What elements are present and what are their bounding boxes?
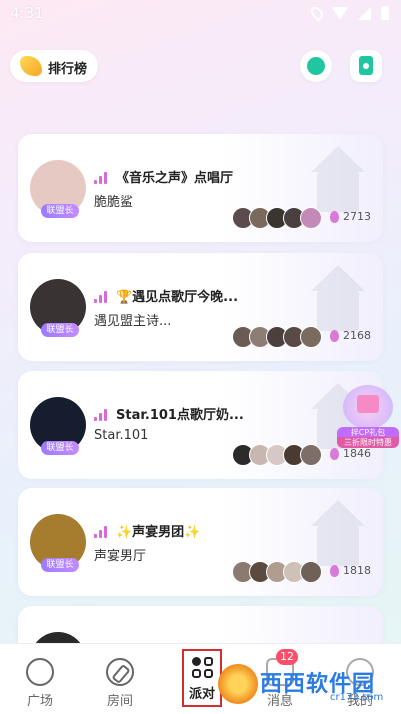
leaderboard-button[interactable]: 排行榜 bbox=[10, 50, 98, 82]
leader-badge: 联盟长 bbox=[41, 204, 79, 218]
heart-icon bbox=[26, 658, 54, 686]
room-host: Star.101 bbox=[94, 428, 149, 443]
battery-icon bbox=[381, 6, 389, 20]
member-avatar bbox=[300, 561, 322, 583]
member-avatars bbox=[232, 444, 324, 466]
tab-label: 派对 bbox=[188, 687, 215, 702]
flame-icon bbox=[330, 210, 339, 223]
tab-label: 广场 bbox=[26, 694, 53, 709]
signal-icon bbox=[358, 6, 371, 20]
trophy-icon bbox=[20, 56, 42, 76]
member-avatar bbox=[300, 326, 322, 348]
tab-plaza[interactable]: 广场 bbox=[0, 644, 80, 714]
search-button[interactable] bbox=[300, 50, 332, 82]
room-title: 《音乐之声》点唱厅 bbox=[116, 171, 234, 186]
flame-icon bbox=[330, 329, 339, 342]
location-icon bbox=[308, 4, 326, 22]
tab-room[interactable]: 房间 bbox=[80, 644, 160, 714]
status-bar: 4:31 bbox=[0, 0, 401, 28]
heat-value: 1846 bbox=[343, 447, 371, 460]
heat-value: 2168 bbox=[343, 329, 371, 342]
status-time: 4:31 bbox=[10, 4, 44, 22]
member-avatars bbox=[232, 326, 324, 348]
room-title: Star.101点歌厅奶... bbox=[116, 408, 244, 423]
member-avatars bbox=[232, 207, 324, 229]
member-avatars bbox=[232, 561, 324, 583]
room-heat: 1818 bbox=[330, 564, 371, 577]
live-signal-icon bbox=[94, 172, 110, 184]
room-card[interactable]: 联盟长 ✨声宴男团✨ 声宴男厅 1818 bbox=[18, 488, 383, 596]
room-card[interactable]: 联盟长 Star.101点歌厅奶... Star.101 1846 bbox=[18, 371, 383, 479]
live-signal-icon bbox=[94, 409, 110, 421]
room-heat: 2713 bbox=[330, 210, 371, 223]
gift-icon bbox=[343, 385, 393, 429]
room-card[interactable]: 联盟长 🏆遇见点歌厅今晚... 遇见盟主诗... 2168 bbox=[18, 253, 383, 361]
live-signal-icon bbox=[94, 291, 110, 303]
watermark-url: cr173.com bbox=[330, 692, 384, 703]
flame-icon bbox=[330, 564, 339, 577]
member-avatar bbox=[300, 444, 322, 466]
room-heat: 1846 bbox=[330, 447, 371, 460]
search-icon bbox=[307, 57, 325, 75]
room-heat: 2168 bbox=[330, 329, 371, 342]
cp-gift-promo[interactable]: 拌CP礼包 三折限时特惠 bbox=[337, 385, 399, 448]
leaderboard-label: 排行榜 bbox=[48, 62, 88, 77]
member-avatar bbox=[300, 207, 322, 229]
music-button[interactable] bbox=[350, 50, 382, 82]
heat-value: 2713 bbox=[343, 210, 371, 223]
status-icons bbox=[308, 4, 389, 22]
tab-party[interactable]: 派对 bbox=[182, 649, 222, 707]
leader-badge: 联盟长 bbox=[41, 323, 79, 337]
room-host: 声宴男厅 bbox=[94, 549, 147, 564]
music-file-icon bbox=[359, 56, 373, 75]
promo-line-2: 三折限时特惠 bbox=[337, 437, 399, 448]
party-grid-icon bbox=[192, 657, 214, 679]
room-host: 脆脆鲨 bbox=[94, 195, 134, 210]
room-card[interactable]: 联盟长 《音乐之声》点唱厅脆脆鲨 2713 bbox=[18, 134, 383, 242]
watermark-logo bbox=[218, 664, 258, 704]
heat-value: 1818 bbox=[343, 564, 371, 577]
leader-badge: 联盟长 bbox=[41, 441, 79, 455]
compass-icon bbox=[106, 658, 134, 686]
tab-label: 房间 bbox=[106, 694, 133, 709]
site-watermark: 西西软件园 cr173.com bbox=[218, 662, 398, 708]
room-title: 🏆遇见点歌厅今晚... bbox=[116, 290, 239, 305]
room-host: 遇见盟主诗... bbox=[94, 314, 172, 329]
live-signal-icon bbox=[94, 526, 110, 538]
leader-badge: 联盟长 bbox=[41, 558, 79, 572]
room-title: ✨声宴男团✨ bbox=[116, 525, 201, 540]
flame-icon bbox=[330, 447, 339, 460]
wifi-icon bbox=[332, 6, 348, 20]
